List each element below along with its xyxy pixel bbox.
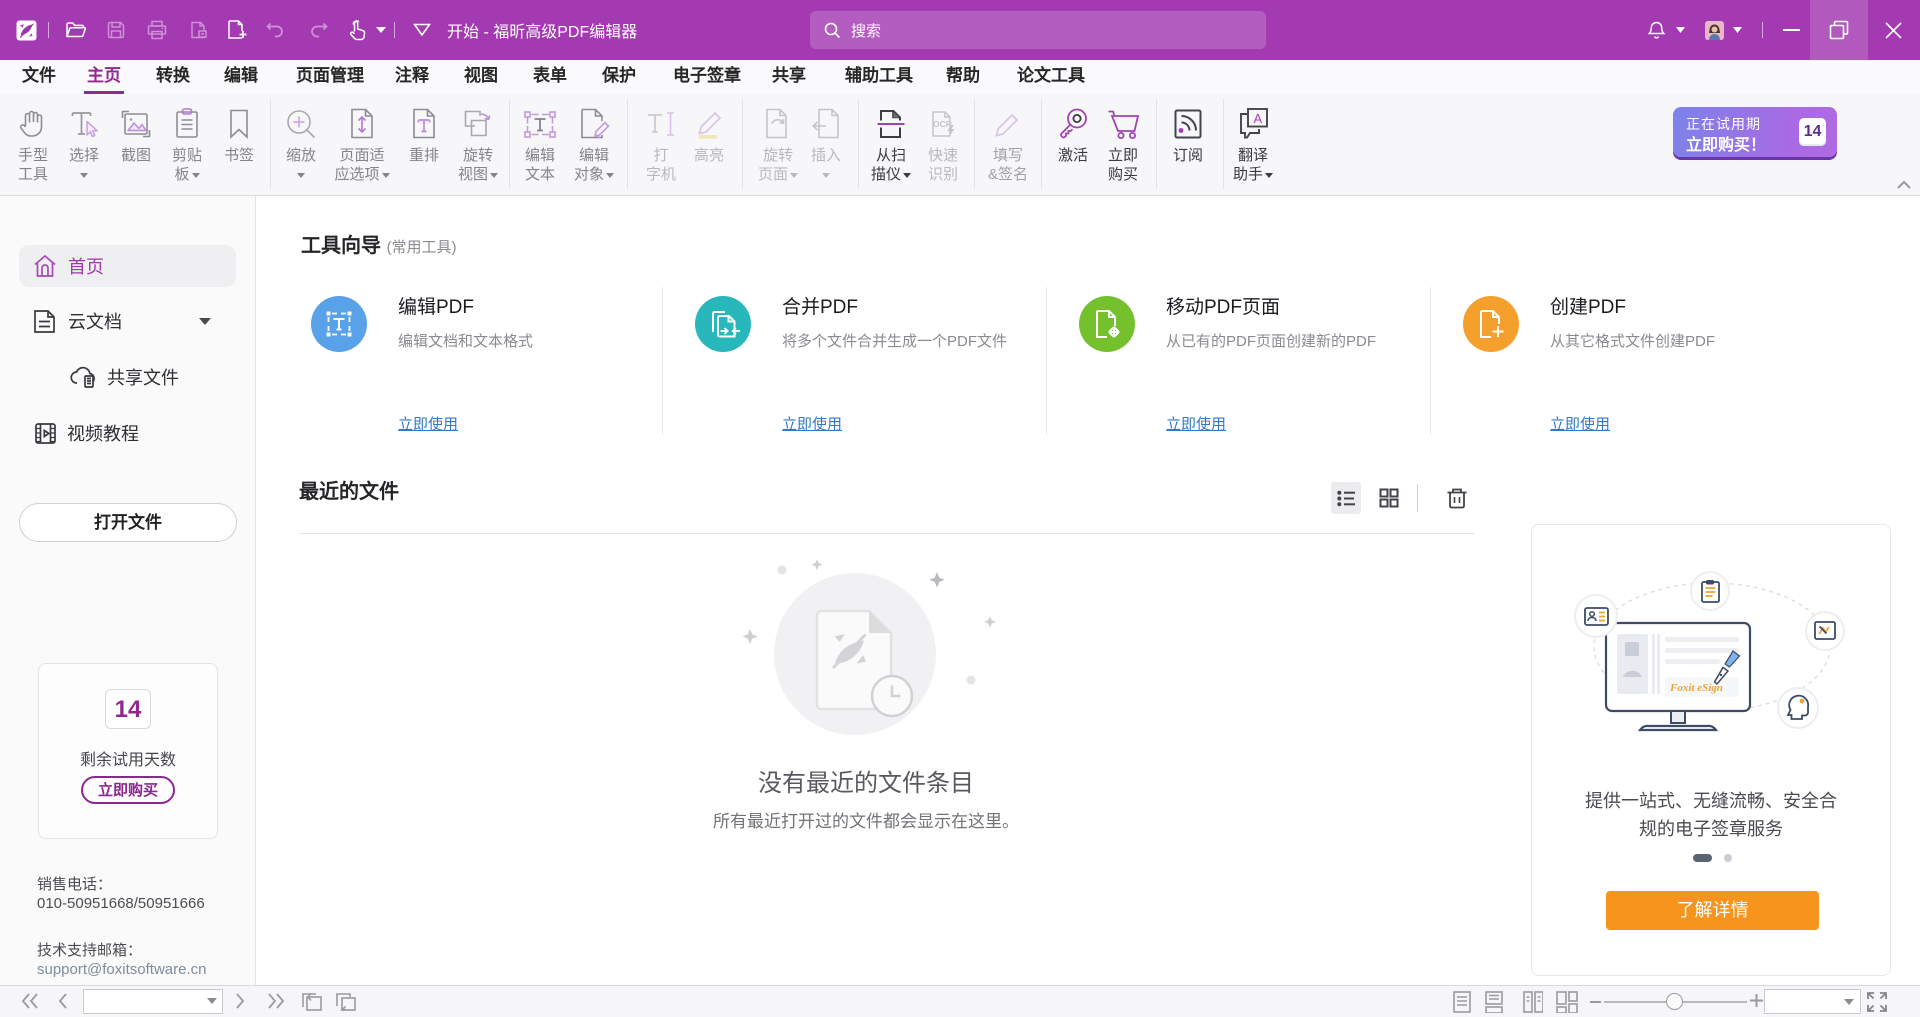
svg-text:Foxit eSign: Foxit eSign [1669,682,1723,694]
svg-text:OCR: OCR [933,119,952,129]
svg-text:A: A [1254,111,1263,126]
